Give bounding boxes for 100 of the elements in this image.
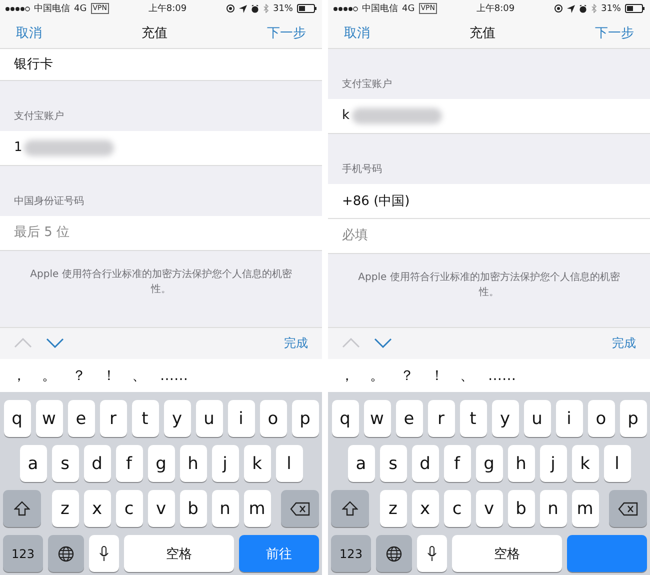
- keyboard-key[interactable]: y: [164, 400, 190, 437]
- keyboard-key[interactable]: g: [476, 445, 502, 482]
- punctuation-suggestion[interactable]: 、: [452, 366, 482, 385]
- next-step-button[interactable]: 下一步: [267, 24, 306, 42]
- punctuation-suggestion[interactable]: ？: [392, 366, 422, 385]
- keyboard-key[interactable]: s: [52, 445, 78, 482]
- keyboard-key[interactable]: w: [36, 400, 62, 437]
- keyboard-key[interactable]: i: [556, 400, 582, 437]
- punctuation-suggestion[interactable]: ！: [422, 366, 452, 385]
- keyboard-key[interactable]: c: [116, 490, 142, 527]
- dictation-key[interactable]: [89, 535, 119, 572]
- numbers-key[interactable]: 123: [331, 535, 371, 572]
- delete-key[interactable]: [609, 490, 647, 527]
- keyboard-key[interactable]: v: [476, 490, 502, 527]
- account-field[interactable]: k: [328, 98, 650, 134]
- keyboard-key[interactable]: u: [524, 400, 550, 437]
- keyboard-key[interactable]: t: [460, 400, 486, 437]
- dictation-key[interactable]: [417, 535, 447, 572]
- keyboard-key[interactable]: l: [604, 445, 630, 482]
- input-field[interactable]: 最后 5 位: [0, 216, 322, 251]
- keyboard-key[interactable]: a: [20, 445, 46, 482]
- keyboard-key[interactable]: r: [428, 400, 454, 437]
- keyboard-key[interactable]: d: [84, 445, 110, 482]
- keyboard-key[interactable]: x: [412, 490, 438, 527]
- keyboard-key[interactable]: k: [572, 445, 598, 482]
- keyboard-key[interactable]: f: [444, 445, 470, 482]
- field-value: k: [342, 108, 350, 124]
- keyboard-key[interactable]: r: [100, 400, 126, 437]
- punctuation-suggestion[interactable]: ……: [154, 368, 194, 384]
- globe-key[interactable]: [48, 535, 84, 572]
- keyboard-key[interactable]: m: [244, 490, 270, 527]
- keyboard-key[interactable]: u: [196, 400, 222, 437]
- keyboard-key[interactable]: n: [540, 490, 566, 527]
- shift-key[interactable]: [331, 490, 369, 527]
- keyboard-key[interactable]: s: [380, 445, 406, 482]
- cancel-button[interactable]: 取消: [16, 24, 42, 42]
- keyboard-key[interactable]: t: [132, 400, 158, 437]
- keyboard-key[interactable]: x: [84, 490, 110, 527]
- field-value: 1: [14, 140, 22, 156]
- keyboard-key[interactable]: c: [444, 490, 470, 527]
- keyboard-key[interactable]: w: [364, 400, 390, 437]
- keyboard-key[interactable]: m: [572, 490, 598, 527]
- punctuation-suggestion[interactable]: 、: [124, 366, 154, 385]
- keyboard-key[interactable]: n: [212, 490, 238, 527]
- keyboard-key[interactable]: h: [180, 445, 206, 482]
- keyboard-key[interactable]: z: [52, 490, 78, 527]
- keyboard-key[interactable]: z: [380, 490, 406, 527]
- account-field[interactable]: 1: [0, 130, 322, 166]
- numbers-key[interactable]: 123: [3, 535, 43, 572]
- keyboard-key[interactable]: e: [68, 400, 94, 437]
- form-row[interactable]: +86 (中国): [328, 184, 650, 219]
- keyboard-key[interactable]: d: [412, 445, 438, 482]
- done-button[interactable]: 完成: [284, 334, 308, 352]
- keyboard-key[interactable]: g: [148, 445, 174, 482]
- keyboard-key[interactable]: j: [212, 445, 238, 482]
- keyboard-key[interactable]: l: [276, 445, 302, 482]
- shift-icon: [342, 501, 358, 516]
- keyboard-key[interactable]: v: [148, 490, 174, 527]
- punctuation-suggestion[interactable]: ，: [4, 366, 34, 385]
- keyboard-key[interactable]: y: [492, 400, 518, 437]
- keyboard-key[interactable]: q: [332, 400, 358, 437]
- keyboard-key[interactable]: h: [508, 445, 534, 482]
- battery-percent: 31%: [600, 4, 621, 14]
- keyboard-key[interactable]: i: [228, 400, 254, 437]
- battery-percent: 31%: [272, 4, 293, 14]
- punctuation-suggestion[interactable]: 。: [34, 366, 64, 385]
- keyboard-key[interactable]: f: [116, 445, 142, 482]
- return-key[interactable]: 前往: [239, 535, 319, 572]
- form-row[interactable]: 银行卡: [0, 48, 322, 81]
- next-step-button[interactable]: 下一步: [595, 24, 634, 42]
- punctuation-suggestion[interactable]: ！: [94, 366, 124, 385]
- keyboard-key[interactable]: a: [348, 445, 374, 482]
- down-chevron-icon[interactable]: [374, 338, 392, 348]
- globe-key[interactable]: [376, 535, 412, 572]
- location-icon: [238, 4, 247, 13]
- keyboard-key[interactable]: b: [180, 490, 206, 527]
- delete-key[interactable]: [281, 490, 319, 527]
- delete-icon: [618, 502, 638, 516]
- punctuation-suggestion[interactable]: ？: [64, 366, 94, 385]
- space-key[interactable]: 空格: [124, 535, 234, 572]
- done-button[interactable]: 完成: [612, 334, 636, 352]
- space-key[interactable]: 空格: [452, 535, 562, 572]
- keyboard-key[interactable]: e: [396, 400, 422, 437]
- punctuation-suggestion[interactable]: ……: [482, 368, 522, 384]
- keyboard-key[interactable]: j: [540, 445, 566, 482]
- keyboard-key[interactable]: k: [244, 445, 270, 482]
- shift-key[interactable]: [3, 490, 41, 527]
- bluetooth-icon: [262, 4, 269, 14]
- keyboard-key[interactable]: o: [588, 400, 614, 437]
- keyboard-key[interactable]: o: [260, 400, 286, 437]
- keyboard-key[interactable]: p: [292, 400, 318, 437]
- punctuation-suggestion[interactable]: ，: [332, 366, 362, 385]
- keyboard-key[interactable]: b: [508, 490, 534, 527]
- punctuation-suggestion[interactable]: 。: [362, 366, 392, 385]
- cancel-button[interactable]: 取消: [344, 24, 370, 42]
- battery-icon: [625, 4, 645, 14]
- keyboard-key[interactable]: q: [4, 400, 30, 437]
- input-field[interactable]: 必填: [328, 218, 650, 254]
- keyboard-key[interactable]: p: [620, 400, 646, 437]
- down-chevron-icon[interactable]: [46, 338, 64, 348]
